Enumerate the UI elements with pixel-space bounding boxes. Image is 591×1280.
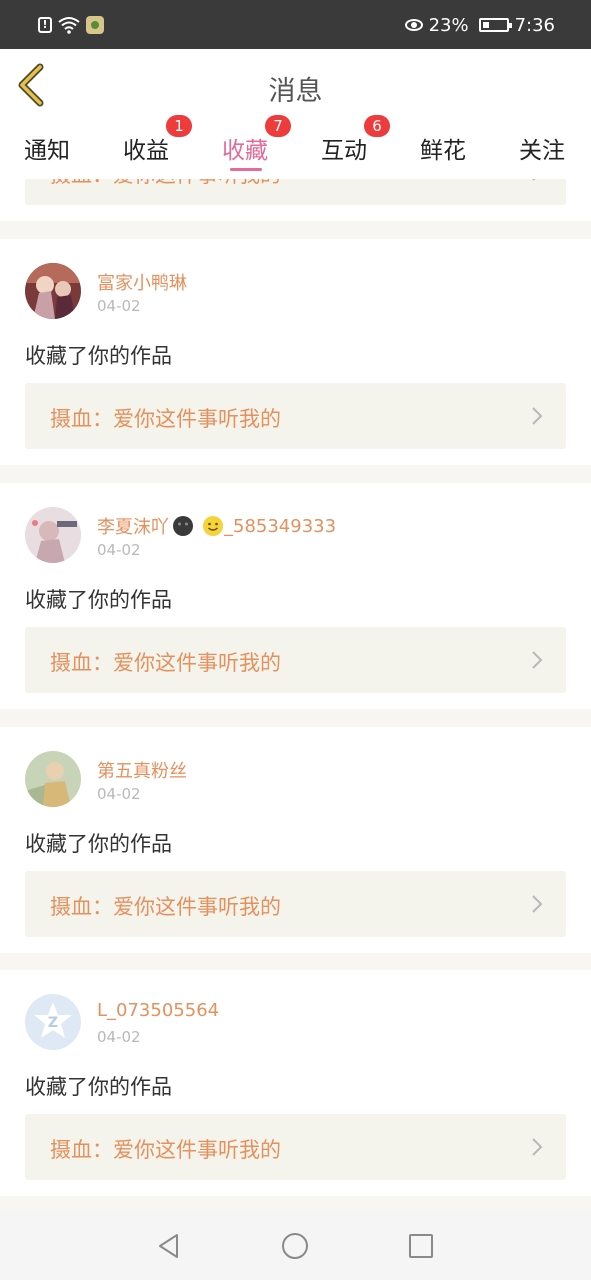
username-suffix: _585349333 [224, 515, 337, 537]
list-item-partial: 摄血：爱你这件事听我的 [0, 179, 591, 221]
favorites-list: 摄血：爱你这件事听我的 富家小鸭琳 04-02 收藏了你的作品 摄血：爱你这件事… [0, 179, 591, 1210]
system-nav-bar [0, 1210, 591, 1280]
battery-icon [478, 18, 512, 32]
status-bar: ! 23% 7:36 [0, 0, 591, 49]
alert-icon: ! [38, 17, 52, 33]
action-text: 收藏了你的作品 [25, 588, 172, 612]
tab-favorites[interactable]: 收藏 [222, 131, 268, 165]
status-time: 7:36 [514, 14, 555, 36]
chevron-right-icon [532, 1138, 543, 1156]
chevron-right-icon [532, 895, 543, 913]
work-title: 摄血：爱你这件事听我的 [50, 1138, 281, 1162]
svg-text:Z: Z [48, 1015, 58, 1031]
dark-face-emoji-icon [173, 516, 193, 536]
tab-interactions-badge: 6 [364, 115, 390, 137]
page-title: 消息 [268, 76, 323, 107]
action-text: 收藏了你的作品 [25, 1075, 172, 1099]
circle-home-icon[interactable] [281, 1232, 309, 1260]
active-tab-indicator [230, 168, 262, 171]
username[interactable]: 第五真粉丝 [97, 757, 187, 783]
action-text: 收藏了你的作品 [25, 832, 172, 856]
app-notification-icon [86, 16, 104, 34]
list-item: 富家小鸭琳 04-02 收藏了你的作品 摄血：爱你这件事听我的 [0, 239, 591, 465]
wifi-icon [58, 17, 80, 34]
work-link[interactable]: 摄血：爱你这件事听我的 [25, 383, 566, 449]
status-left-icons: ! [38, 14, 104, 36]
eye-comfort-icon [404, 19, 423, 31]
work-link[interactable]: 摄血：爱你这件事听我的 [25, 871, 566, 937]
tab-interactions[interactable]: 互动 [321, 131, 367, 165]
username-row[interactable]: 李夏沫吖 _585349333 [97, 513, 336, 539]
list-item: 李夏沫吖 _585349333 04-02 收藏了你的作品 摄血：爱你这件事听我… [0, 483, 591, 709]
list-item: Z L_073505564 04-02 收藏了你的作品 摄血：爱你这件事听我的 [0, 970, 591, 1196]
chevron-right-icon [532, 651, 543, 669]
smile-emoji-icon [203, 516, 223, 536]
triangle-back-icon[interactable] [155, 1232, 183, 1260]
avatar[interactable] [25, 263, 81, 319]
tab-flowers[interactable]: 鲜花 [420, 131, 466, 165]
status-right-icons: 23% 7:36 [404, 13, 555, 37]
work-title: 摄血：爱你这件事听我的 [50, 651, 281, 675]
list-item: 第五真粉丝 04-02 收藏了你的作品 摄血：爱你这件事听我的 [0, 727, 591, 953]
date: 04-02 [97, 785, 141, 803]
work-link[interactable]: 摄血：爱你这件事听我的 [25, 1114, 566, 1180]
header: 消息 [0, 49, 591, 121]
work-link[interactable]: 摄血：爱你这件事听我的 [25, 179, 566, 205]
tab-earnings-badge: 1 [166, 115, 192, 137]
tab-favorites-badge: 7 [265, 115, 291, 137]
chevron-right-icon [532, 407, 543, 425]
tab-notifications[interactable]: 通知 [24, 131, 70, 165]
username[interactable]: 富家小鸭琳 [97, 269, 187, 295]
work-title: 摄血：爱你这件事听我的 [50, 179, 281, 189]
tab-bar: 通知 收益 1 收藏 7 互动 6 鲜花 关注 [0, 115, 591, 179]
avatar[interactable] [25, 751, 81, 807]
work-link[interactable]: 摄血：爱你这件事听我的 [25, 627, 566, 693]
username[interactable]: L_073505564 [97, 1000, 219, 1021]
date: 04-02 [97, 297, 141, 315]
date: 04-02 [97, 1028, 141, 1046]
action-text: 收藏了你的作品 [25, 344, 172, 368]
square-recents-icon[interactable] [407, 1232, 435, 1260]
battery-percent: 23% [428, 14, 469, 36]
date: 04-02 [97, 541, 141, 559]
avatar[interactable] [25, 507, 81, 563]
work-title: 摄血：爱你这件事听我的 [50, 407, 281, 431]
work-title: 摄血：爱你这件事听我的 [50, 895, 281, 919]
username: 李夏沫吖 [97, 517, 169, 538]
tab-earnings[interactable]: 收益 [123, 131, 169, 165]
avatar[interactable]: Z [25, 994, 81, 1050]
tab-follows[interactable]: 关注 [519, 131, 565, 165]
chevron-right-icon [532, 179, 536, 181]
